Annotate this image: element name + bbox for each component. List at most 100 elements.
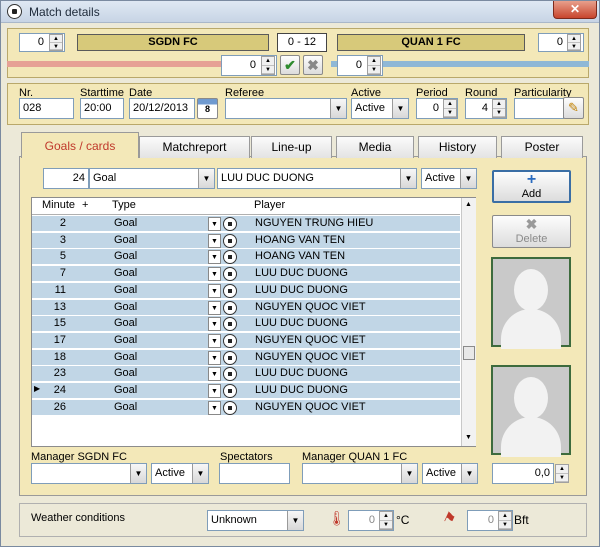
table-row[interactable]: 11 Goal ▼ LUU DUC DUONG xyxy=(32,282,460,299)
type-dropdown-button[interactable]: ▼ xyxy=(208,333,221,348)
home-sub-spinner[interactable]: ▲ ▼ xyxy=(261,56,275,75)
spectators-field[interactable] xyxy=(219,463,290,484)
cancel-score-button[interactable]: ✖ xyxy=(303,55,323,75)
soccer-ball-icon xyxy=(223,333,237,348)
type-select[interactable]: Goal ▼ xyxy=(89,168,215,189)
rating-spinner[interactable]: ▲ ▼ xyxy=(555,464,569,483)
tab-poster[interactable]: Poster xyxy=(501,136,583,158)
soccer-ball-icon xyxy=(223,350,237,365)
cell-minute: 23 xyxy=(53,367,66,380)
type-dropdown-button[interactable]: ▼ xyxy=(208,400,221,415)
referee-select[interactable]: ▼ xyxy=(225,98,347,119)
period-spinner[interactable]: ▲ ▼ xyxy=(443,99,457,118)
manager-home-status[interactable]: Active ▼ xyxy=(151,463,209,484)
type-dropdown-button[interactable]: ▼ xyxy=(208,350,221,365)
particularity-field[interactable] xyxy=(514,98,564,119)
add-button[interactable]: + Add xyxy=(492,170,571,203)
scroll-up-arrow[interactable]: ▲ xyxy=(465,201,472,208)
manager-home-label: Manager SGDN FC xyxy=(31,451,127,463)
scroll-thumb[interactable] xyxy=(463,346,475,360)
round-spinner[interactable]: ▲ ▼ xyxy=(492,99,506,118)
table-row[interactable]: 26 Goal ▼ NGUYEN QUOC VIET xyxy=(32,399,460,416)
type-dropdown-button[interactable]: ▼ xyxy=(208,233,221,248)
active-select[interactable]: Active ▼ xyxy=(351,98,409,119)
cell-minute: 5 xyxy=(59,250,66,263)
soccer-ball-icon xyxy=(223,400,237,415)
calendar-icon: 8 xyxy=(204,104,210,114)
chevron-down-icon: ▼ xyxy=(461,464,477,483)
wind-spinner[interactable]: ▲ ▼ xyxy=(498,511,512,530)
table-row[interactable]: 23 Goal ▼ LUU DUC DUONG xyxy=(32,366,460,383)
soccer-ball-icon xyxy=(223,233,237,248)
edit-particularity-button[interactable]: ✎ xyxy=(563,97,584,119)
cell-minute: 2 xyxy=(59,217,66,229)
away-count-spinner[interactable]: ▲ ▼ xyxy=(567,34,581,51)
table-row[interactable]: 5 Goal ▼ HOANG VAN TEN xyxy=(32,249,460,266)
home-count-spinner[interactable]: ▲ ▼ xyxy=(49,34,63,51)
rating-field[interactable]: 0,0 xyxy=(492,463,554,484)
status-select[interactable]: Active ▼ xyxy=(421,168,477,189)
away-sub-spinner[interactable]: ▲ ▼ xyxy=(367,56,381,75)
cell-player: NGUYEN QUOC VIET xyxy=(255,300,366,313)
pencil-icon: ✎ xyxy=(568,100,579,115)
cell-player: NGUYEN QUOC VIET xyxy=(255,400,366,413)
header-type[interactable]: Type xyxy=(112,199,136,211)
table-row[interactable]: 3 Goal ▼ HOANG VAN TEN xyxy=(32,232,460,249)
nr-field[interactable]: 028 xyxy=(19,98,74,119)
date-field[interactable]: 20/12/2013 xyxy=(129,98,195,119)
tab-media[interactable]: Media xyxy=(336,136,414,158)
type-dropdown-button[interactable]: ▼ xyxy=(208,367,221,382)
goals-grid[interactable]: Minute + Type Player 2 Goal ▼ NGUYEN TRUNG … xyxy=(31,197,476,447)
table-row[interactable]: 13 Goal ▼ NGUYEN QUOC VIET xyxy=(32,299,460,316)
type-dropdown-button[interactable]: ▼ xyxy=(208,267,221,282)
type-dropdown-button[interactable]: ▼ xyxy=(208,384,221,398)
manager-home-select[interactable]: ▼ xyxy=(31,463,147,484)
table-row[interactable]: 18 Goal ▼ NGUYEN QUOC VIET xyxy=(32,349,460,366)
type-dropdown-button[interactable]: ▼ xyxy=(208,317,221,332)
home-player-photo xyxy=(491,257,571,349)
header-plus[interactable]: + xyxy=(82,199,88,211)
chevron-down-icon: ▼ xyxy=(401,464,417,483)
table-row[interactable]: 24 Goal ▼ LUU DUC DUONG xyxy=(32,383,460,399)
close-button[interactable]: ✕ xyxy=(553,1,597,19)
manager-away-status[interactable]: Active ▼ xyxy=(422,463,478,484)
table-row[interactable]: 17 Goal ▼ NGUYEN QUOC VIET xyxy=(32,332,460,349)
header-minute[interactable]: Minute xyxy=(42,199,75,211)
scroll-down-arrow[interactable]: ▼ xyxy=(465,434,472,441)
minute-field[interactable]: 24 xyxy=(43,168,89,189)
tab-goals-cards[interactable]: Goals / cards xyxy=(21,132,139,158)
score-field: 0 - 12 xyxy=(277,33,327,52)
match-details-window: Match details ✕ 0 ▲ ▼ SGDN FC 0 - 12 QUAN… xyxy=(0,0,600,547)
cell-type: Goal xyxy=(114,233,138,246)
chevron-down-icon: ▼ xyxy=(392,99,408,118)
type-dropdown-button[interactable]: ▼ xyxy=(208,250,221,265)
chevron-down-icon: ▼ xyxy=(130,464,146,483)
manager-away-label: Manager QUAN 1 FC xyxy=(302,451,408,463)
confirm-score-button[interactable]: ✔ xyxy=(280,55,300,75)
weather-select[interactable]: Unknown ▼ xyxy=(207,510,304,531)
starttime-field[interactable]: 20:00 xyxy=(80,98,124,119)
table-row[interactable]: 7 Goal ▼ LUU DUC DUONG xyxy=(32,266,460,283)
cell-player: LUU DUC DUONG xyxy=(255,267,348,280)
type-dropdown-button[interactable]: ▼ xyxy=(208,300,221,315)
type-dropdown-button[interactable]: ▼ xyxy=(208,217,221,231)
tab-line-up[interactable]: Line-up xyxy=(251,136,332,158)
type-dropdown-button[interactable]: ▼ xyxy=(208,283,221,298)
tab-matchreport[interactable]: Matchreport xyxy=(139,136,250,158)
temperature-spinner[interactable]: ▲ ▼ xyxy=(379,511,393,530)
delete-button[interactable]: ✖ Delete xyxy=(492,215,571,248)
tab-history[interactable]: History xyxy=(418,136,497,158)
table-row[interactable]: 15 Goal ▼ LUU DUC DUONG xyxy=(32,316,460,333)
temperature-unit: °C xyxy=(396,513,410,527)
x-icon: ✖ xyxy=(307,57,319,73)
grid-scrollbar[interactable]: ▲ ▼ xyxy=(461,198,476,446)
player-select[interactable]: LUU DUC DUONG ▼ xyxy=(217,168,417,189)
thermometer-icon: 🌡 xyxy=(328,510,346,526)
table-row[interactable]: 2 Goal ▼ NGUYEN TRUNG HIEU xyxy=(32,216,460,232)
person-silhouette-icon xyxy=(514,377,548,419)
cell-minute: 11 xyxy=(54,283,66,296)
manager-away-select[interactable]: ▼ xyxy=(302,463,418,484)
soccer-ball-icon xyxy=(223,300,237,315)
calendar-button[interactable]: 8 xyxy=(197,98,218,119)
header-player[interactable]: Player xyxy=(254,199,285,211)
